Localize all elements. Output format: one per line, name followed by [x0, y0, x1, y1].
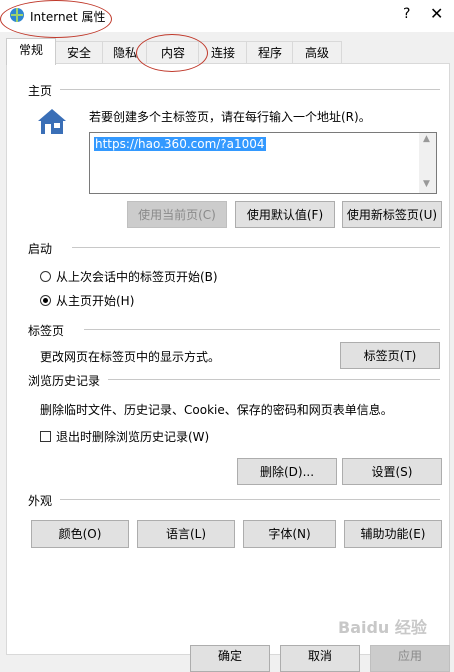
startup-label: 启动 — [28, 242, 53, 256]
help-button[interactable]: ? — [403, 6, 410, 22]
homepage-label: 主页 — [28, 84, 53, 98]
ok-button[interactable]: 确定 — [190, 645, 270, 672]
tab-advanced[interactable]: 高级 — [292, 41, 342, 64]
settings-button[interactable]: 设置(S) — [342, 458, 442, 485]
annotation-circle-content-tab — [136, 34, 208, 72]
scroll-down-icon[interactable]: ▼ — [423, 179, 430, 189]
appearance-label: 外观 — [28, 494, 53, 508]
use-new-tab-button[interactable]: 使用新标签页(U) — [342, 201, 442, 228]
cancel-button[interactable]: 取消 — [280, 645, 360, 672]
watermark: Baidu 经验 — [338, 618, 427, 637]
tab-general[interactable]: 常规 — [6, 38, 56, 65]
languages-button[interactable]: 语言(L) — [137, 520, 235, 548]
radio-home-label: 从主页开始(H) — [56, 294, 135, 308]
delete-on-exit-checkbox[interactable] — [40, 431, 51, 442]
history-description: 删除临时文件、历史记录、Cookie、保存的密码和网页表单信息。 — [40, 403, 393, 417]
history-label: 浏览历史记录 — [28, 374, 101, 388]
tabs-section-divider — [84, 329, 440, 330]
homepage-url-text: https://hao.360.com/?a1004 — [94, 137, 266, 151]
tabs-section-description: 更改网页在标签页中的显示方式。 — [40, 350, 221, 364]
colors-button[interactable]: 颜色(O) — [31, 520, 129, 548]
radio-last-session[interactable] — [40, 271, 51, 282]
homepage-instruction: 若要创建多个主标签页，请在每行输入一个地址(R)。 — [89, 110, 371, 124]
appearance-divider — [60, 499, 440, 500]
homepage-divider — [60, 89, 440, 90]
fonts-button[interactable]: 字体(N) — [243, 520, 336, 548]
use-default-button[interactable]: 使用默认值(F) — [235, 201, 335, 228]
radio-last-session-label: 从上次会话中的标签页开始(B) — [56, 270, 218, 284]
accessibility-button[interactable]: 辅助功能(E) — [344, 520, 442, 548]
textarea-scrollbar[interactable]: ▲ ▼ — [419, 133, 436, 193]
use-current-button[interactable]: 使用当前页(C) — [127, 201, 227, 228]
scroll-up-icon[interactable]: ▲ — [423, 134, 430, 144]
apply-button[interactable]: 应用 — [370, 645, 450, 672]
tabs-button[interactable]: 标签页(T) — [340, 342, 440, 369]
delete-button[interactable]: 删除(D)... — [237, 458, 337, 485]
tabs-section-label: 标签页 — [28, 324, 65, 338]
tab-security[interactable]: 安全 — [54, 41, 104, 64]
history-divider — [108, 379, 440, 380]
delete-on-exit-label: 退出时删除浏览历史记录(W) — [56, 430, 210, 444]
close-button[interactable]: ✕ — [430, 4, 443, 23]
startup-divider — [72, 247, 440, 248]
house-icon — [38, 109, 66, 134]
radio-home[interactable] — [40, 295, 51, 306]
tab-strip: 常规 安全 隐私 内容 连接 程序 高级 — [0, 32, 454, 65]
tab-programs[interactable]: 程序 — [246, 41, 294, 64]
